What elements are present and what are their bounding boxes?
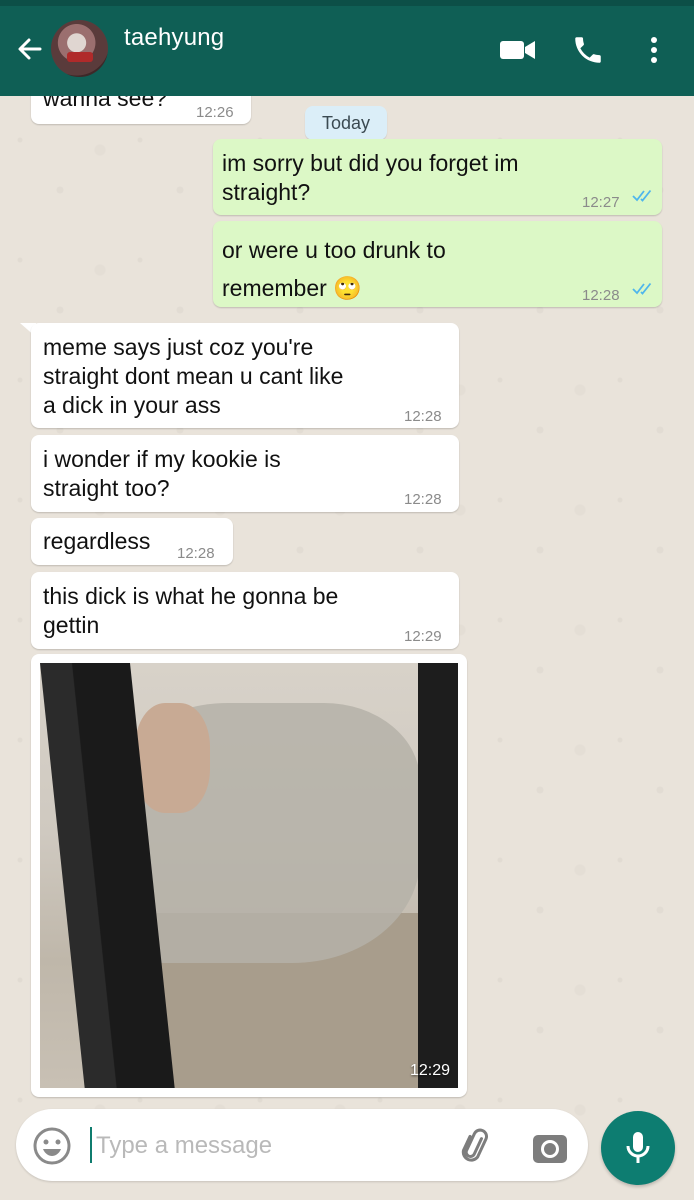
back-arrow-icon[interactable]	[14, 34, 44, 69]
message-bubble-in[interactable]: i wonder if my kookie is straight too? 1…	[31, 435, 459, 512]
image-message[interactable]: 12:29	[31, 654, 467, 1097]
contact-avatar[interactable]	[51, 20, 108, 77]
read-receipt-icon	[632, 282, 652, 295]
message-time: 12:27	[582, 194, 620, 211]
message-input[interactable]	[94, 1123, 438, 1169]
contact-name[interactable]: taehyung	[124, 24, 224, 52]
message-text: meme says just coz you're straight dont …	[43, 334, 344, 418]
message-time: 12:28	[404, 408, 442, 425]
voice-message-button[interactable]	[601, 1111, 675, 1185]
message-time: 12:28	[404, 491, 442, 508]
message-time: 12:29	[409, 1062, 450, 1079]
message-bubble-in[interactable]: this dick is what he gonna be gettin 12:…	[31, 572, 459, 649]
message-bubble-out[interactable]: im sorry but did you forget im straight?…	[213, 139, 662, 215]
message-composer	[16, 1109, 588, 1181]
video-call-icon[interactable]	[498, 30, 538, 70]
mic-icon	[626, 1132, 650, 1163]
message-image[interactable]: 12:29	[40, 663, 458, 1088]
message-time: 12:29	[404, 628, 442, 645]
phone-icon[interactable]	[568, 30, 608, 70]
image-region	[418, 663, 458, 1088]
message-time: 12:26	[196, 104, 234, 121]
message-bubble-in[interactable]: meme says just coz you're straight dont …	[31, 323, 459, 428]
message-bubble-out[interactable]: or were u too drunk to remember 🙄 12:28	[213, 221, 662, 307]
message-text: im sorry but did you forget im straight?	[222, 150, 519, 205]
message-time: 12:28	[177, 545, 215, 562]
message-text: regardless	[43, 528, 151, 554]
message-bubble-in[interactable]: wanna see? 12:26	[31, 80, 251, 124]
text-cursor	[90, 1127, 92, 1163]
message-bubble-in[interactable]: regardless 12:28	[31, 518, 233, 565]
camera-icon[interactable]	[530, 1127, 570, 1167]
image-region	[135, 703, 210, 813]
status-strip	[0, 0, 694, 6]
message-time: 12:28	[582, 287, 620, 304]
message-text: or were u too drunk to remember 🙄	[222, 237, 446, 301]
date-separator: Today	[305, 106, 387, 140]
read-receipt-icon	[632, 189, 652, 202]
message-text: i wonder if my kookie is straight too?	[43, 446, 281, 501]
more-vert-icon[interactable]	[634, 30, 674, 70]
emoji-icon[interactable]	[32, 1126, 72, 1166]
message-text: this dick is what he gonna be gettin	[43, 583, 339, 638]
message-text: wanna see?	[43, 85, 168, 111]
attach-icon[interactable]	[456, 1127, 496, 1167]
